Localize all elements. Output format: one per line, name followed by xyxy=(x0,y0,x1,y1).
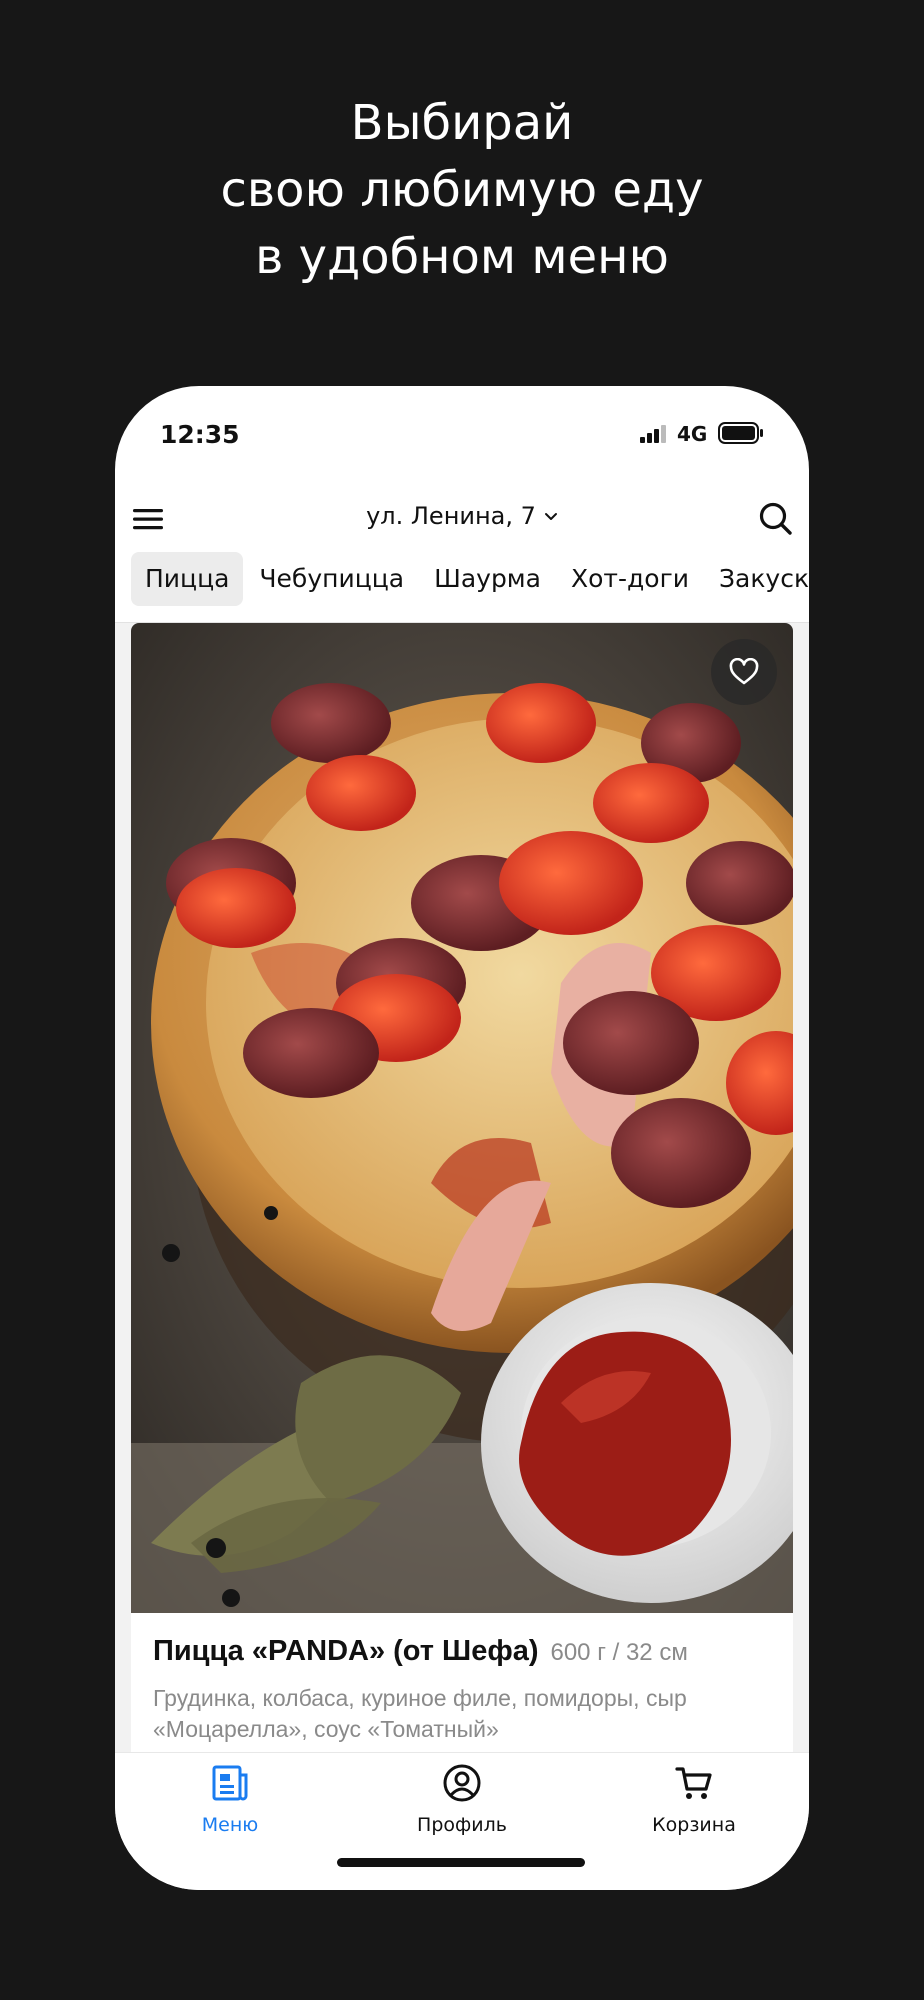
nav-menu-label: Меню xyxy=(201,1814,259,1836)
home-indicator[interactable] xyxy=(337,1858,585,1867)
address-label: ул. Ленина, 7 xyxy=(366,502,536,530)
tab-snacks[interactable]: Закуски xyxy=(705,552,809,606)
category-tabs: ПиццаЧебупиццаШаурмаХот-догиЗакуски xyxy=(131,552,809,608)
headline-line-1: Выбирай xyxy=(350,95,574,151)
product-image[interactable] xyxy=(131,623,793,1613)
nav-profile[interactable]: Профиль xyxy=(382,1763,542,1836)
nav-profile-label: Профиль xyxy=(417,1814,507,1836)
product-name: Пицца «PANDA» (от Шефа) xyxy=(153,1635,539,1667)
search-icon[interactable] xyxy=(757,500,793,536)
nav-cart[interactable]: Корзина xyxy=(614,1763,774,1836)
product-weight: 600 г / 32 см xyxy=(550,1639,688,1666)
phone-screen: 12:35 4G ул. Ленина, 7 ПиццаЧебупиццаШ xyxy=(115,386,809,1890)
favorite-button[interactable] xyxy=(711,639,777,705)
nav-menu[interactable]: Меню xyxy=(150,1763,310,1836)
address-selector[interactable]: ул. Ленина, 7 xyxy=(115,502,809,530)
product-card[interactable]: Пицца «PANDA» (от Шефа) 600 г / 32 см Гру… xyxy=(131,623,793,1753)
heart-icon xyxy=(729,658,759,685)
chevron-down-icon xyxy=(544,513,557,520)
menu-document-icon xyxy=(212,1765,248,1801)
headline-line-3: в удобном меню xyxy=(255,229,669,285)
headline-line-2: свою любимую еду xyxy=(220,162,704,218)
battery-icon xyxy=(718,422,763,444)
tab-shawarma[interactable]: Шаурма xyxy=(420,552,555,606)
product-description: Грудинка, колбаса, куриное филе, помидор… xyxy=(153,1685,687,1742)
status-time: 12:35 xyxy=(160,420,240,449)
signal-bars-icon xyxy=(640,425,666,443)
tab-pizza[interactable]: Пицца xyxy=(131,552,244,606)
promo-headline: Выбирай свою любимую еду в удобном меню xyxy=(0,90,924,291)
status-bar: 12:35 4G xyxy=(115,386,809,486)
nav-cart-label: Корзина xyxy=(652,1814,736,1836)
tab-hot-dogs[interactable]: Хот-доги xyxy=(557,552,703,606)
product-title: Пицца «PANDA» (от Шефа) 600 г / 32 см xyxy=(153,1635,688,1668)
cart-icon xyxy=(675,1767,712,1799)
bottom-navigation: Меню Профиль Корзина xyxy=(115,1752,809,1890)
product-feed: Пицца «PANDA» (от Шефа) 600 г / 32 см Гру… xyxy=(115,622,809,1753)
profile-icon xyxy=(443,1764,481,1802)
network-type: 4G xyxy=(677,422,708,446)
tab-chebupizza[interactable]: Чебупицца xyxy=(245,552,418,606)
app-header: ул. Ленина, 7 xyxy=(115,482,809,562)
